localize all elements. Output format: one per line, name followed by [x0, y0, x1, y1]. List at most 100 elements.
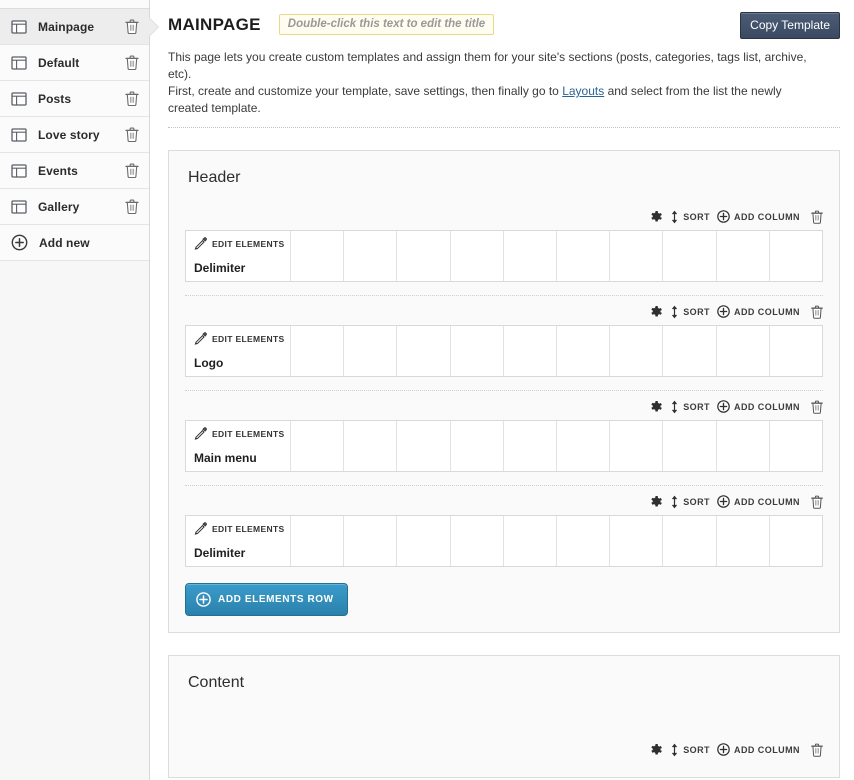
empty-column-cell[interactable] [344, 421, 398, 471]
sort-button[interactable]: SORT [670, 743, 710, 757]
empty-column-cell[interactable] [504, 421, 558, 471]
sort-arrows-icon [670, 210, 679, 224]
add-elements-row-button[interactable]: ADD ELEMENTS ROW [185, 583, 348, 616]
sort-label: SORT [683, 496, 710, 507]
delete-row-button[interactable] [807, 210, 823, 224]
sort-button[interactable]: SORT [670, 210, 710, 224]
copy-template-button[interactable]: Copy Template [740, 12, 840, 39]
empty-column-cell[interactable] [663, 516, 717, 566]
element-cell[interactable]: EDIT ELEMENTS Delimiter [186, 231, 291, 281]
empty-column-cell[interactable] [557, 516, 611, 566]
empty-column-cell[interactable] [557, 326, 611, 376]
element-cell[interactable]: EDIT ELEMENTS Logo [186, 326, 291, 376]
sidebar-item-default[interactable]: Default [0, 45, 149, 81]
sidebar-item-love-story[interactable]: Love story [0, 117, 149, 153]
row-settings-button[interactable] [648, 494, 663, 509]
row-toolbar: SORT ADD COLUMN [183, 391, 825, 420]
layouts-link[interactable]: Layouts [562, 84, 604, 98]
sidebar-item-events[interactable]: Events [0, 153, 149, 189]
empty-column-cell[interactable] [557, 231, 611, 281]
sidebar: Mainpage Default Posts Love story Events Gall… [0, 0, 159, 780]
sidebar-item-mainpage[interactable]: Mainpage [0, 9, 159, 45]
sort-button[interactable]: SORT [670, 400, 710, 414]
page-header: MAINPAGE Double-click this text to edit … [168, 0, 840, 39]
empty-column-cell[interactable] [610, 421, 664, 471]
empty-column-cell[interactable] [557, 421, 611, 471]
empty-column-cell[interactable] [451, 326, 504, 376]
empty-column-cell[interactable] [344, 231, 398, 281]
template-icon [11, 199, 27, 215]
empty-column-cell[interactable] [344, 516, 398, 566]
empty-column-cell[interactable] [291, 231, 345, 281]
trash-icon[interactable] [125, 55, 139, 70]
empty-column-cell[interactable] [663, 326, 717, 376]
delete-row-button[interactable] [807, 495, 823, 509]
empty-column-cell[interactable] [717, 516, 770, 566]
sidebar-item-add-new[interactable]: Add new [0, 225, 149, 261]
trash-icon[interactable] [125, 163, 139, 178]
empty-column-cell[interactable] [770, 231, 822, 281]
empty-column-cell[interactable] [291, 326, 345, 376]
add-column-button[interactable]: ADD COLUMN [717, 743, 800, 756]
row-settings-button[interactable] [648, 742, 663, 757]
trash-icon[interactable] [125, 91, 139, 106]
empty-column-cell[interactable] [610, 231, 664, 281]
edit-elements-button[interactable]: EDIT ELEMENTS [194, 237, 290, 250]
trash-icon[interactable] [125, 127, 139, 142]
empty-column-cell[interactable] [291, 516, 345, 566]
empty-column-cell[interactable] [717, 421, 770, 471]
empty-column-cell[interactable] [663, 421, 717, 471]
element-cell[interactable]: EDIT ELEMENTS Main menu [186, 421, 291, 471]
delete-row-button[interactable] [807, 400, 823, 414]
edit-elements-label: EDIT ELEMENTS [212, 428, 285, 439]
trash-icon[interactable] [125, 19, 139, 34]
empty-column-cell[interactable] [397, 231, 451, 281]
sort-label: SORT [683, 401, 710, 412]
delete-row-button[interactable] [807, 305, 823, 319]
empty-column-cell[interactable] [344, 326, 398, 376]
empty-column-cell[interactable] [610, 516, 664, 566]
empty-column-cell[interactable] [504, 326, 558, 376]
empty-column-cell[interactable] [397, 516, 451, 566]
sidebar-item-posts[interactable]: Posts [0, 81, 149, 117]
add-column-button[interactable]: ADD COLUMN [717, 400, 800, 413]
empty-column-cell[interactable] [504, 516, 558, 566]
trash-icon[interactable] [125, 199, 139, 214]
empty-column-cell[interactable] [717, 231, 770, 281]
empty-column-cell[interactable] [504, 231, 558, 281]
sidebar-item-label: Add new [39, 235, 90, 250]
empty-column-cell[interactable] [451, 421, 504, 471]
add-column-button[interactable]: ADD COLUMN [717, 495, 800, 508]
add-column-button[interactable]: ADD COLUMN [717, 210, 800, 223]
edit-elements-button[interactable]: EDIT ELEMENTS [194, 332, 290, 345]
title-edit-hint[interactable]: Double-click this text to edit the title [278, 14, 495, 35]
element-name: Main menu [194, 451, 257, 465]
element-cell[interactable]: EDIT ELEMENTS Delimiter [186, 516, 291, 566]
empty-column-cell[interactable] [291, 421, 345, 471]
sort-arrows-icon [670, 305, 679, 319]
empty-column-cell[interactable] [397, 421, 451, 471]
sidebar-item-gallery[interactable]: Gallery [0, 189, 149, 225]
plus-circle-icon [717, 400, 730, 413]
empty-column-cell[interactable] [397, 326, 451, 376]
row-settings-button[interactable] [648, 209, 663, 224]
plus-circle-icon [717, 305, 730, 318]
delete-row-button[interactable] [807, 743, 823, 757]
empty-column-cell[interactable] [451, 231, 504, 281]
empty-column-cell[interactable] [451, 516, 504, 566]
row-settings-button[interactable] [648, 304, 663, 319]
row-settings-button[interactable] [648, 399, 663, 414]
pencil-icon [194, 522, 207, 535]
empty-column-cell[interactable] [610, 326, 664, 376]
empty-column-cell[interactable] [770, 421, 822, 471]
edit-elements-button[interactable]: EDIT ELEMENTS [194, 427, 290, 440]
empty-column-cell[interactable] [770, 326, 822, 376]
sort-button[interactable]: SORT [670, 495, 710, 509]
add-column-button[interactable]: ADD COLUMN [717, 305, 800, 318]
sort-button[interactable]: SORT [670, 305, 710, 319]
empty-column-cell[interactable] [717, 326, 770, 376]
edit-elements-button[interactable]: EDIT ELEMENTS [194, 522, 290, 535]
sections-container: Header SORT ADD COLUMN EDIT ELEMENTS Delimit… [168, 150, 840, 778]
empty-column-cell[interactable] [663, 231, 717, 281]
empty-column-cell[interactable] [770, 516, 822, 566]
